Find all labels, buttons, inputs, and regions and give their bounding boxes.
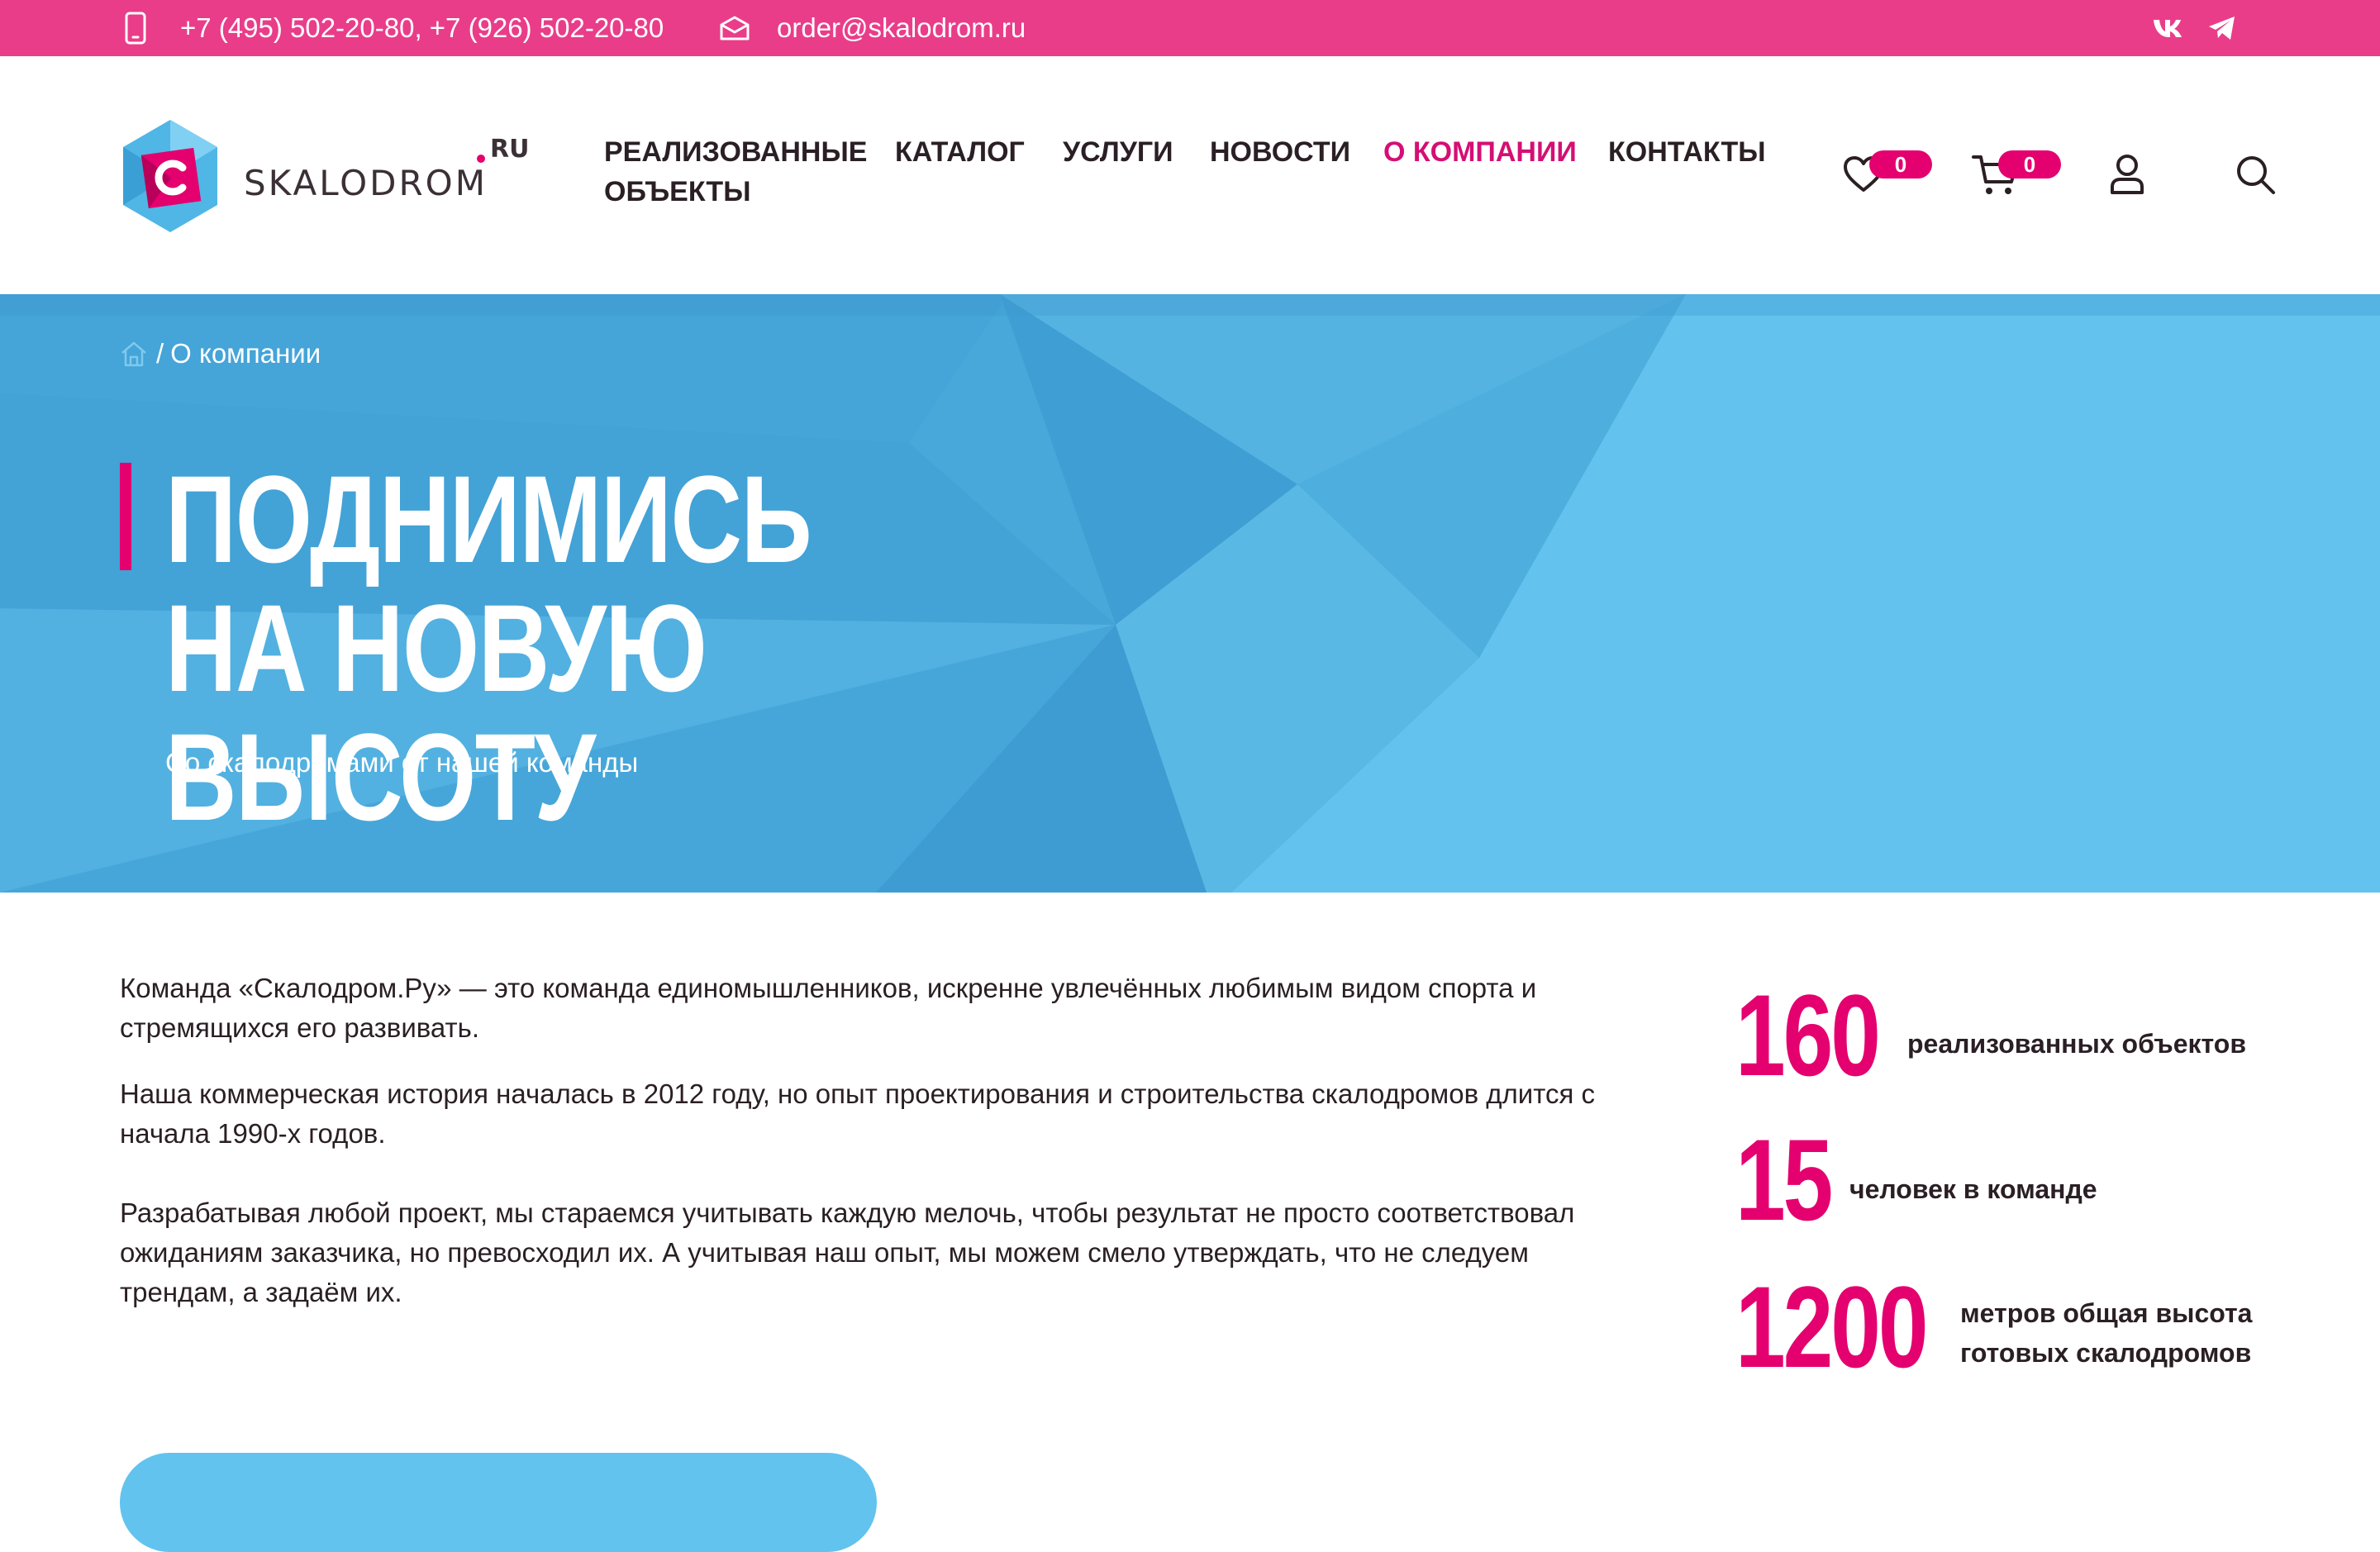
- logo-wordmark: SKALODROM: [244, 163, 488, 203]
- logo-suffix: RU: [490, 135, 530, 164]
- stat-label-team: человек в команде: [1849, 1174, 2097, 1204]
- hero-title-accent: [120, 463, 131, 570]
- vk-icon[interactable]: [2152, 15, 2183, 44]
- breadcrumb-separator: /: [156, 338, 164, 369]
- nav-item-contacts[interactable]: КОНТАКТЫ: [1608, 132, 1766, 172]
- stat-label-height: метров общая высота готовых скалодромов: [1960, 1298, 2253, 1368]
- nav-item-catalog[interactable]: КАТАЛОГ: [895, 132, 1025, 172]
- favorites-count-badge: 0: [1869, 150, 1932, 179]
- mail-icon: [720, 16, 750, 40]
- cart-count-badge: 0: [1998, 150, 2061, 179]
- search-icon[interactable]: [2235, 154, 2276, 195]
- logo-mark: [123, 120, 217, 232]
- breadcrumb-current: О компании: [170, 338, 321, 369]
- breadcrumb: / О компании: [120, 336, 321, 372]
- logo-dot: [477, 155, 485, 163]
- nav-item-services[interactable]: УСЛУГИ: [1063, 132, 1173, 172]
- home-icon[interactable]: [120, 340, 148, 368]
- stat-label-projects: реализованных объектов: [1907, 1029, 2247, 1059]
- stat-number-height: 1200: [1735, 1262, 1929, 1392]
- stat-number-team: 15: [1735, 1115, 1833, 1245]
- email-link[interactable]: order@skalodrom.ru: [777, 0, 1026, 56]
- about-paragraph: Команда «Скалодром.Ру» — это команда еди…: [120, 973, 1537, 1043]
- site-logo[interactable]: SKALODROM RU: [120, 118, 533, 234]
- nav-item-news[interactable]: НОВОСТИ: [1210, 132, 1350, 172]
- phone-numbers-link[interactable]: +7 (495) 502-20-80, +7 (926) 502-20-80: [180, 0, 664, 56]
- hero-subtitle: Со скалодромами от нашей команды: [165, 747, 639, 778]
- telegram-icon[interactable]: [2207, 15, 2237, 41]
- stat-number-projects: 160: [1735, 970, 1881, 1100]
- top-contact-bar: +7 (495) 502-20-80, +7 (926) 502-20-80 o…: [0, 0, 2380, 56]
- nav-item-projects[interactable]: РЕАЛИЗОВАННЫЕ ОБЪЕКТЫ: [604, 132, 877, 212]
- about-paragraph: Разрабатывая любой проект, мы стараемся …: [120, 1197, 1575, 1307]
- site-header: SKALODROM RU РЕАЛИЗОВАННЫЕ ОБЪЕКТЫ КАТАЛ…: [0, 56, 2380, 294]
- page-title: ПОДНИМИСЬ НА НОВУЮ ВЫСОТУ: [165, 450, 812, 846]
- about-paragraph: Наша коммерческая история началась в 201…: [120, 1078, 1595, 1149]
- hero-banner: / О компании ПОДНИМИСЬ НА НОВУЮ ВЫСОТУ С…: [0, 294, 2380, 893]
- cta-button[interactable]: [120, 1453, 877, 1552]
- about-text: Команда «Скалодром.Ру» — это команда еди…: [120, 969, 1607, 1339]
- nav-item-about[interactable]: О КОМПАНИИ: [1383, 132, 1577, 172]
- phone-icon: [125, 12, 146, 45]
- user-icon[interactable]: [2109, 154, 2145, 195]
